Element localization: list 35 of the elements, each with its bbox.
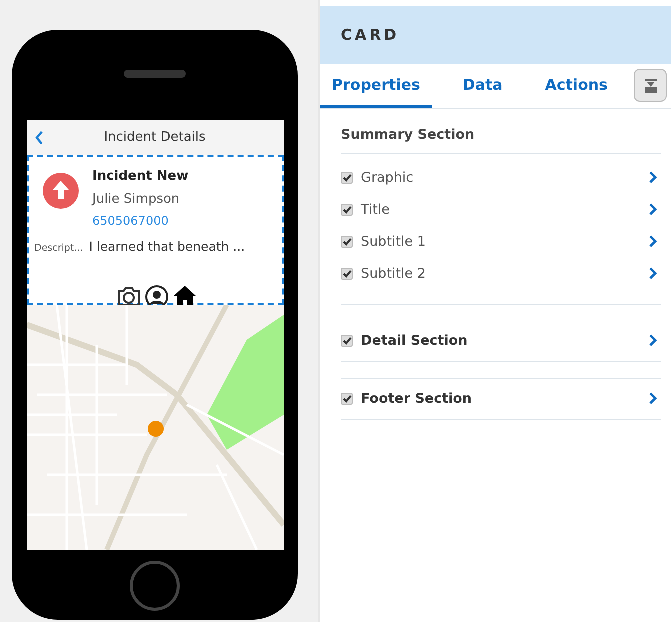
chevron-right-icon[interactable] bbox=[649, 235, 657, 248]
phone-link[interactable]: 6505067000 bbox=[92, 212, 169, 230]
section-heading: Summary Section bbox=[341, 124, 661, 154]
collapse-button[interactable] bbox=[634, 69, 667, 102]
checkbox[interactable] bbox=[341, 172, 353, 184]
chevron-right-icon[interactable] bbox=[649, 392, 657, 406]
screen-title: Incident Details bbox=[103, 128, 207, 147]
tab[interactable]: Actions bbox=[533, 64, 620, 108]
field-label: Subtitle 2 bbox=[361, 264, 427, 284]
checkbox[interactable] bbox=[341, 334, 353, 347]
chevron-right-icon[interactable] bbox=[649, 334, 657, 348]
home-icon[interactable] bbox=[173, 284, 197, 307]
back-icon[interactable] bbox=[34, 130, 44, 144]
field-label: Graphic bbox=[361, 168, 415, 188]
panel-title: CARD bbox=[320, 6, 671, 64]
checkbox[interactable] bbox=[341, 268, 353, 280]
section-label: Detail Section bbox=[361, 332, 469, 351]
detail-value: I learned that beneath ... bbox=[89, 238, 246, 256]
field-label: Subtitle 1 bbox=[361, 232, 427, 252]
speaker-grille bbox=[124, 70, 186, 78]
card-title: Incident New bbox=[92, 168, 189, 186]
checkbox[interactable] bbox=[341, 392, 353, 405]
chevron-right-icon[interactable] bbox=[649, 171, 657, 184]
camera-icon[interactable] bbox=[117, 284, 141, 307]
chevron-right-icon[interactable] bbox=[649, 203, 657, 216]
detail-label: Descript... bbox=[34, 242, 84, 256]
chevron-right-icon[interactable] bbox=[649, 267, 657, 280]
checkbox[interactable] bbox=[341, 236, 353, 248]
tray-icon bbox=[644, 78, 656, 93]
tab[interactable]: Data bbox=[450, 64, 515, 108]
section-label: Footer Section bbox=[361, 390, 474, 409]
field-label: Title bbox=[361, 200, 391, 220]
card-subtitle: Julie Simpson bbox=[92, 190, 180, 208]
tab[interactable]: Properties bbox=[320, 64, 432, 108]
checkbox[interactable] bbox=[341, 204, 353, 216]
